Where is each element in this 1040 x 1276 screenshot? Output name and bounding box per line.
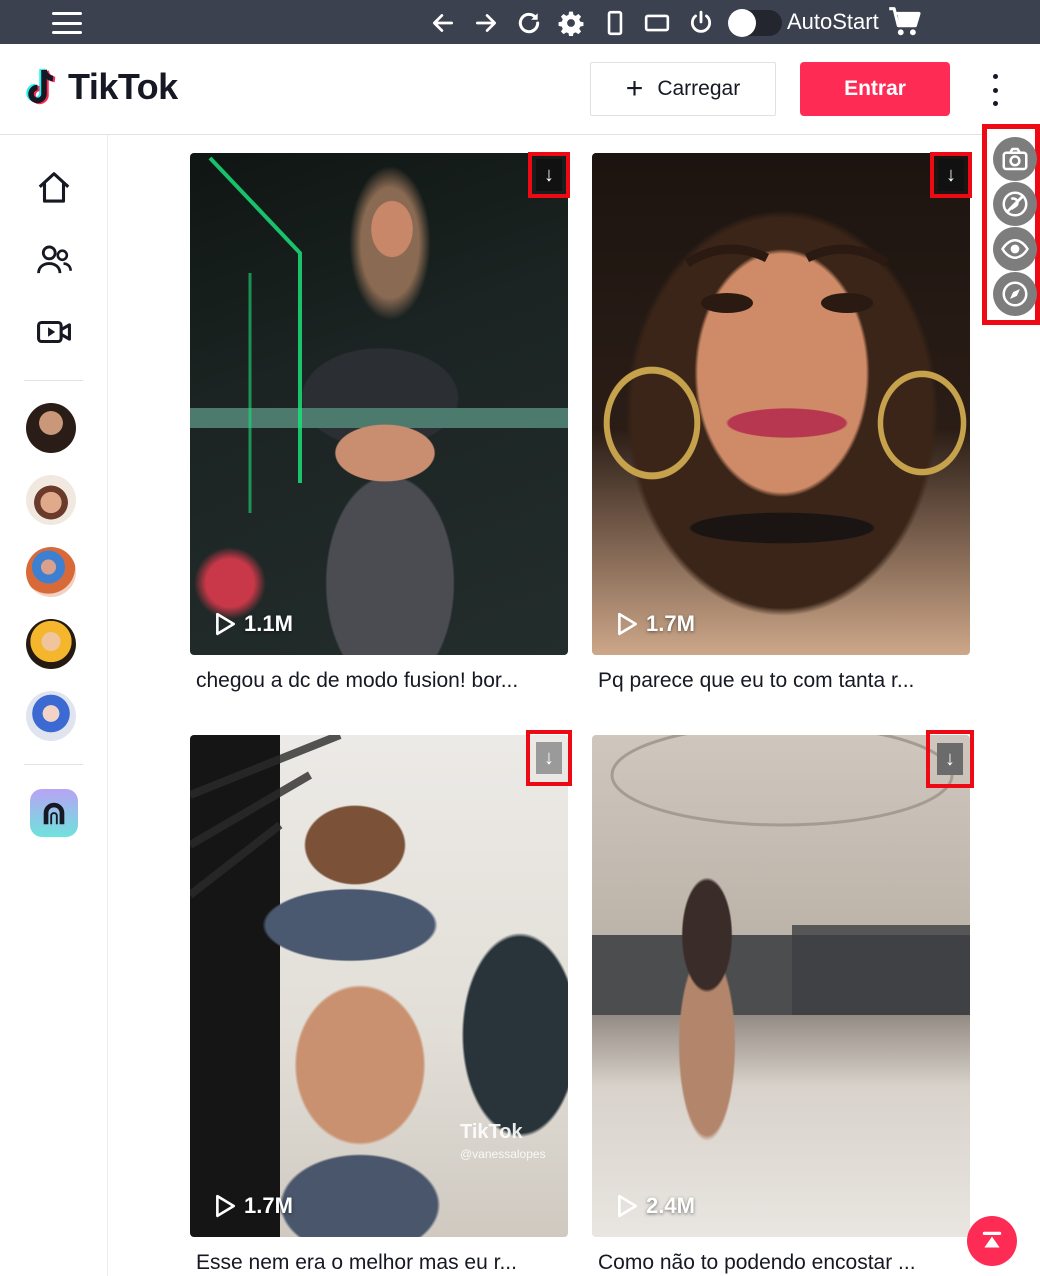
autostart-toggle[interactable] — [728, 9, 782, 37]
login-button[interactable]: Entrar — [800, 62, 950, 116]
suggested-account-avatar[interactable] — [26, 547, 76, 597]
menu-icon[interactable] — [52, 12, 82, 34]
view-count: 1.7M — [616, 611, 695, 637]
download-arrow-icon: ↓ — [536, 742, 562, 774]
logo-text: TikTok — [68, 66, 178, 107]
view-count: 1.7M — [214, 1193, 293, 1219]
download-button[interactable]: ↓ — [526, 730, 572, 786]
view-count: 1.1M — [214, 611, 293, 637]
video-card[interactable]: 1.1M chegou a dc de modo fusion! bor... — [190, 153, 568, 693]
view-count: 2.4M — [616, 1193, 695, 1219]
effect-house-icon[interactable] — [30, 789, 78, 837]
extension-toolbar: AutoStart — [0, 0, 1040, 44]
ceiling-decoration — [610, 735, 970, 1015]
suggested-account-avatar[interactable] — [26, 691, 76, 741]
view-count-value: 2.4M — [646, 1193, 695, 1218]
download-arrow-icon: ↓ — [938, 159, 964, 191]
video-thumbnail[interactable]: 1.1M — [190, 153, 568, 655]
reload-icon[interactable] — [514, 8, 544, 38]
power-icon[interactable] — [686, 8, 716, 38]
download-button[interactable]: ↓ — [930, 152, 972, 198]
suggested-account-avatar[interactable] — [26, 619, 76, 669]
video-caption[interactable]: Esse nem era o melhor mas eu r... — [190, 1251, 562, 1275]
scroll-to-top-button[interactable] — [967, 1216, 1017, 1266]
download-arrow-icon: ↓ — [536, 159, 562, 191]
compass-icon[interactable] — [993, 272, 1037, 316]
video-card[interactable]: TikTok @vanessalopes 1.7M Esse nem era o… — [190, 735, 568, 1275]
phone-portrait-icon[interactable] — [600, 8, 630, 38]
upload-button[interactable]: + Carregar — [590, 62, 776, 116]
home-icon[interactable] — [33, 167, 75, 209]
extension-tool-panel — [982, 124, 1040, 325]
settings-gear-icon[interactable] — [556, 8, 586, 38]
camera-icon[interactable] — [993, 137, 1037, 181]
video-caption[interactable]: chegou a dc de modo fusion! bor... — [190, 669, 562, 693]
tablet-landscape-icon[interactable] — [642, 8, 672, 38]
video-thumbnail[interactable]: 2.4M — [592, 735, 970, 1237]
face-features-decoration — [684, 244, 890, 313]
stairs-decoration — [190, 735, 342, 899]
download-button[interactable]: ↓ — [528, 152, 570, 198]
upload-label: Carregar — [657, 77, 741, 100]
view-count-value: 1.7M — [244, 1193, 293, 1218]
plus-icon: + — [625, 72, 644, 105]
eye-icon[interactable] — [993, 227, 1037, 271]
video-caption[interactable]: Pq parece que eu to com tanta r... — [592, 669, 964, 693]
autostart-label: AutoStart — [787, 9, 879, 34]
play-icon — [618, 612, 638, 636]
cart-icon[interactable] — [888, 6, 922, 38]
play-icon — [618, 1194, 638, 1218]
video-thumbnail[interactable]: TikTok @vanessalopes 1.7M — [190, 735, 568, 1237]
neon-light-decoration — [208, 156, 302, 513]
sidebar-divider — [24, 764, 83, 765]
tiktok-logo-icon — [26, 68, 56, 105]
video-thumbnail[interactable]: 1.7M — [592, 153, 970, 655]
live-icon[interactable] — [33, 311, 75, 353]
suggested-account-avatar[interactable] — [26, 475, 76, 525]
more-options-icon[interactable] — [982, 74, 1008, 106]
download-arrow-icon: ↓ — [937, 743, 963, 775]
view-count-value: 1.1M — [244, 611, 293, 636]
video-card[interactable]: 2.4M Como não to podendo encostar ... — [592, 735, 970, 1275]
site-header: TikTok + Carregar Entrar — [0, 44, 1040, 135]
video-card[interactable]: 1.7M Pq parece que eu to com tanta r... — [592, 153, 970, 693]
watermark-username: @vanessalopes — [460, 1147, 546, 1161]
sidebar-divider — [24, 380, 83, 381]
sidebar — [0, 135, 108, 1276]
download-button[interactable]: ↓ — [926, 730, 974, 788]
forward-arrow-icon[interactable] — [471, 8, 501, 38]
suggested-account-avatar[interactable] — [26, 403, 76, 453]
scroll-up-icon — [982, 1231, 1002, 1248]
no-spy-icon[interactable] — [993, 182, 1037, 226]
play-icon — [216, 1194, 236, 1218]
tiktok-watermark: TikTok — [460, 1121, 523, 1143]
video-caption[interactable]: Como não to podendo encostar ... — [592, 1251, 964, 1275]
following-icon[interactable] — [33, 239, 75, 281]
play-icon — [216, 612, 236, 636]
back-arrow-icon[interactable] — [428, 8, 458, 38]
tiktok-logo[interactable]: TikTok — [24, 66, 178, 108]
view-count-value: 1.7M — [646, 611, 695, 636]
